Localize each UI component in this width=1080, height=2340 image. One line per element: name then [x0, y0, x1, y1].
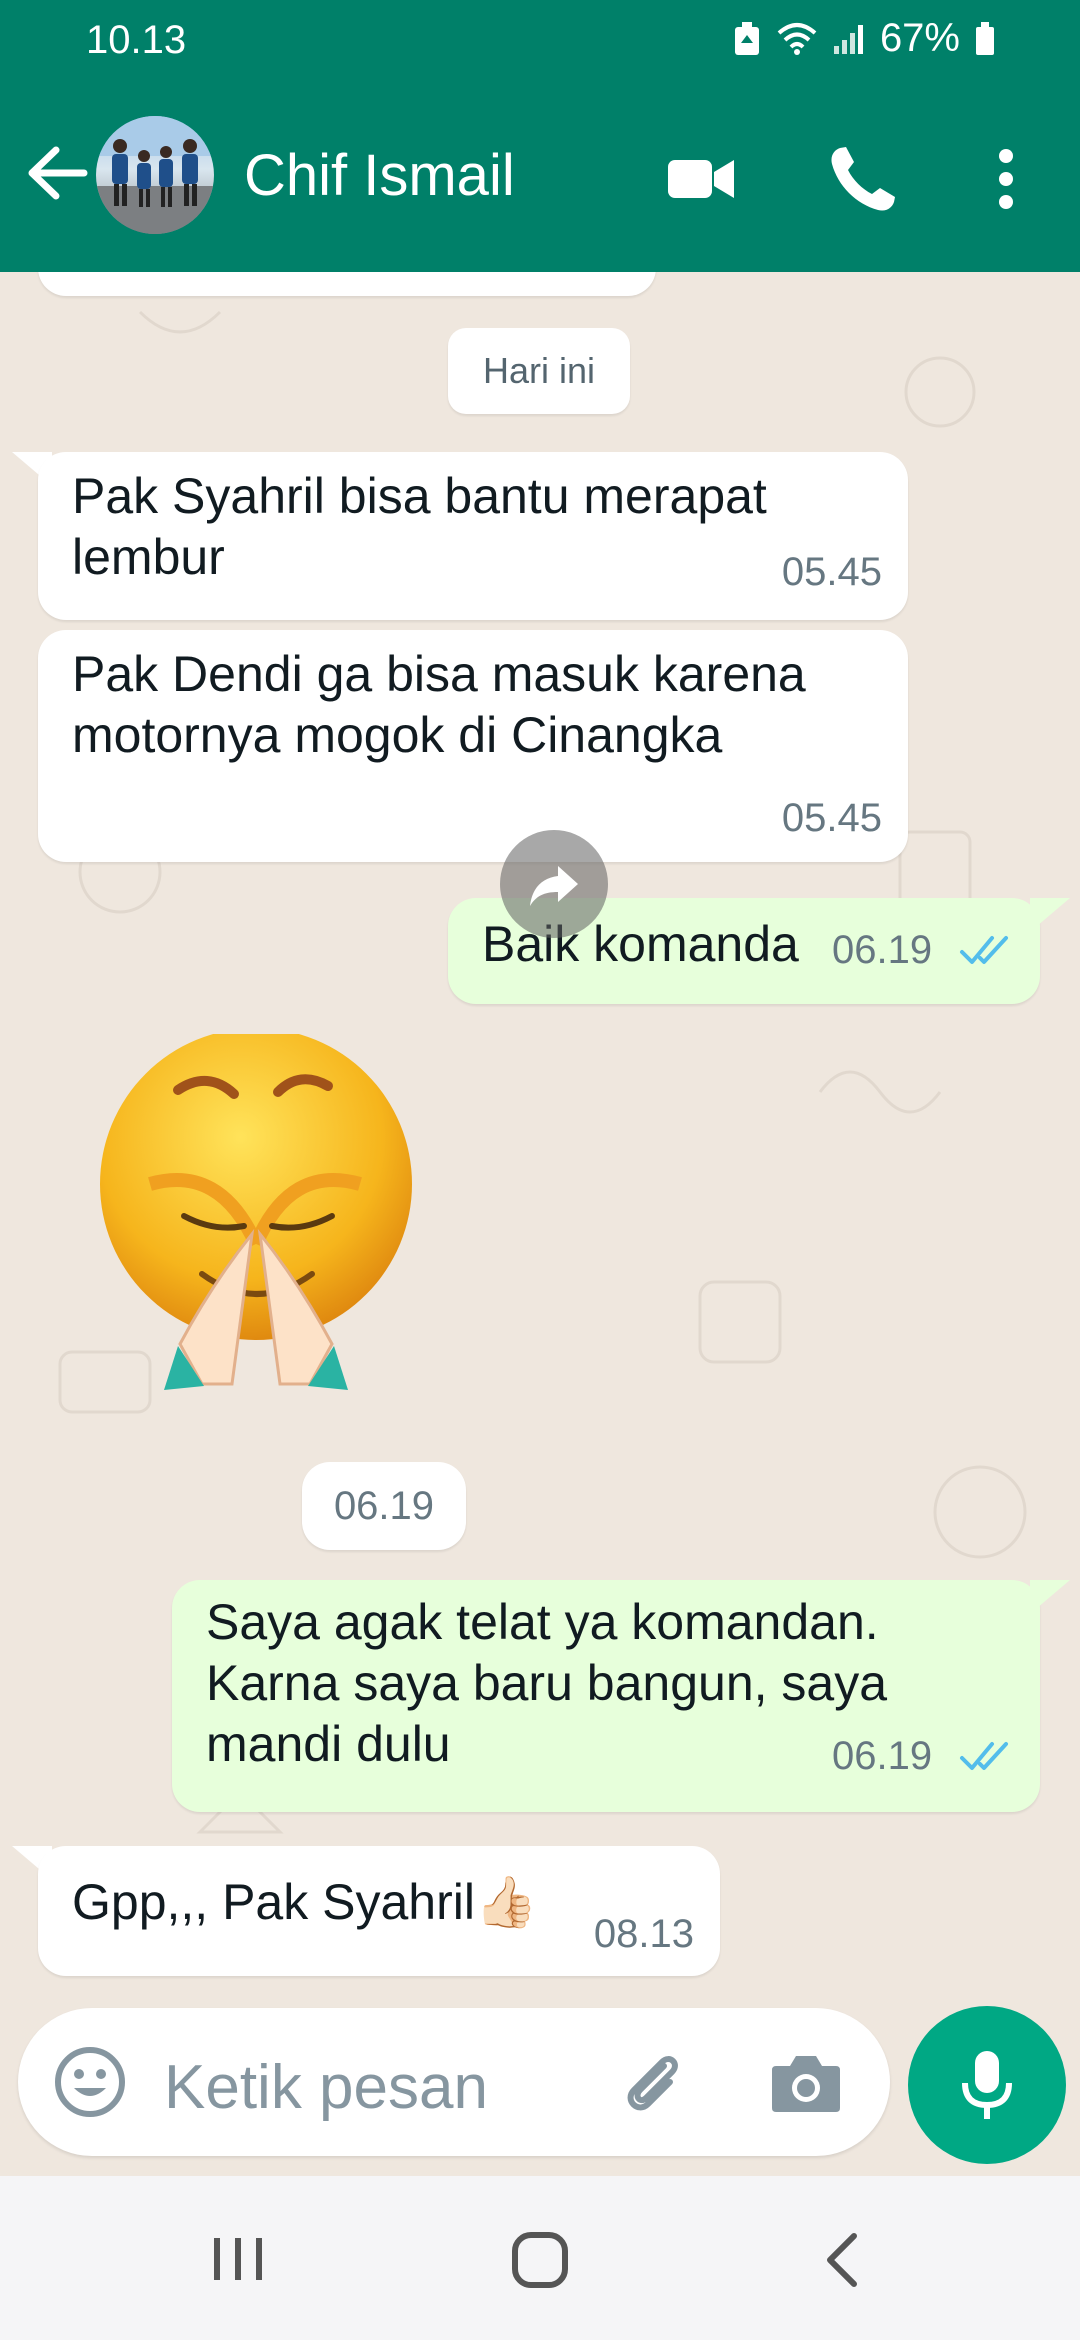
- camera-icon[interactable]: [770, 2050, 842, 2116]
- microphone-icon: [962, 2051, 1012, 2119]
- previous-message-bubble[interactable]: [38, 272, 656, 296]
- contact-name[interactable]: Chif Ismail: [244, 142, 515, 209]
- message-input-placeholder[interactable]: Ketik pesan: [164, 2052, 488, 2123]
- battery-icon: [976, 21, 994, 55]
- bubble-tail-out: [1030, 898, 1070, 932]
- attach-icon[interactable]: [618, 2048, 690, 2120]
- message-time: 08.13: [593, 1912, 694, 1956]
- avatar-photo: [96, 116, 214, 234]
- emoji-icon[interactable]: [52, 2044, 128, 2120]
- video-call-icon[interactable]: [664, 142, 738, 216]
- read-receipt-icon: [960, 936, 1008, 964]
- praying-smiley-sticker[interactable]: [92, 1034, 432, 1394]
- message-text: Pak Syahril bisa bantu merapat lembur: [72, 468, 767, 585]
- message-time: 05.45: [781, 796, 882, 840]
- back-arrow-icon[interactable]: [22, 138, 92, 208]
- bubble-tail-out: [1030, 1580, 1070, 1614]
- home-icon[interactable]: [510, 2230, 570, 2290]
- incoming-message[interactable]: Pak Dendi ga bisa masuk karena motornya …: [38, 630, 908, 862]
- message-input-bar[interactable]: Ketik pesan: [18, 2008, 890, 2156]
- message-text: Pak Dendi ga bisa masuk karena motornya …: [72, 646, 806, 763]
- phone-call-icon[interactable]: [826, 142, 900, 216]
- recent-apps-icon[interactable]: [210, 2234, 266, 2284]
- message-time: 05.45: [781, 550, 882, 594]
- message-text: Saya agak telat ya komandan. Karna saya …: [206, 1594, 888, 1772]
- back-nav-icon[interactable]: [820, 2230, 864, 2290]
- incoming-message[interactable]: Gpp,,, Pak Syahril👍🏻 08.13: [38, 1846, 720, 1976]
- message-time: 06.19: [832, 1734, 933, 1778]
- date-chip: Hari ini: [448, 328, 630, 414]
- chat-header: 10.13 67% Chif Ismail: [0, 0, 1080, 272]
- status-icons: 67%: [732, 16, 996, 61]
- forward-icon: [530, 866, 578, 906]
- battery-percent: 67%: [879, 16, 960, 60]
- message-time: 06.19: [832, 928, 933, 972]
- battery-saver-icon: [734, 21, 759, 55]
- message-time: 06.19: [333, 1483, 435, 1528]
- outgoing-message[interactable]: Saya agak telat ya komandan. Karna saya …: [172, 1580, 1040, 1812]
- chat-area[interactable]: Hari ini Pak Syahril bisa bantu merapat …: [0, 272, 1080, 2176]
- more-options-icon[interactable]: [970, 142, 1042, 216]
- status-time: 10.13: [86, 18, 187, 62]
- system-navigation-bar: [0, 2176, 1080, 2340]
- message-text: Gpp,,, Pak Syahril👍🏻: [72, 1874, 538, 1930]
- signal-icon: [833, 24, 863, 54]
- incoming-message[interactable]: Pak Syahril bisa bantu merapat lembur 05…: [38, 452, 908, 620]
- voice-message-button[interactable]: [908, 2006, 1066, 2164]
- read-receipt-icon: [960, 1742, 1008, 1770]
- forward-button[interactable]: [500, 830, 608, 938]
- sticker-time-chip: 06.19: [302, 1462, 466, 1550]
- wifi-icon: [777, 22, 817, 55]
- contact-avatar[interactable]: [96, 116, 214, 234]
